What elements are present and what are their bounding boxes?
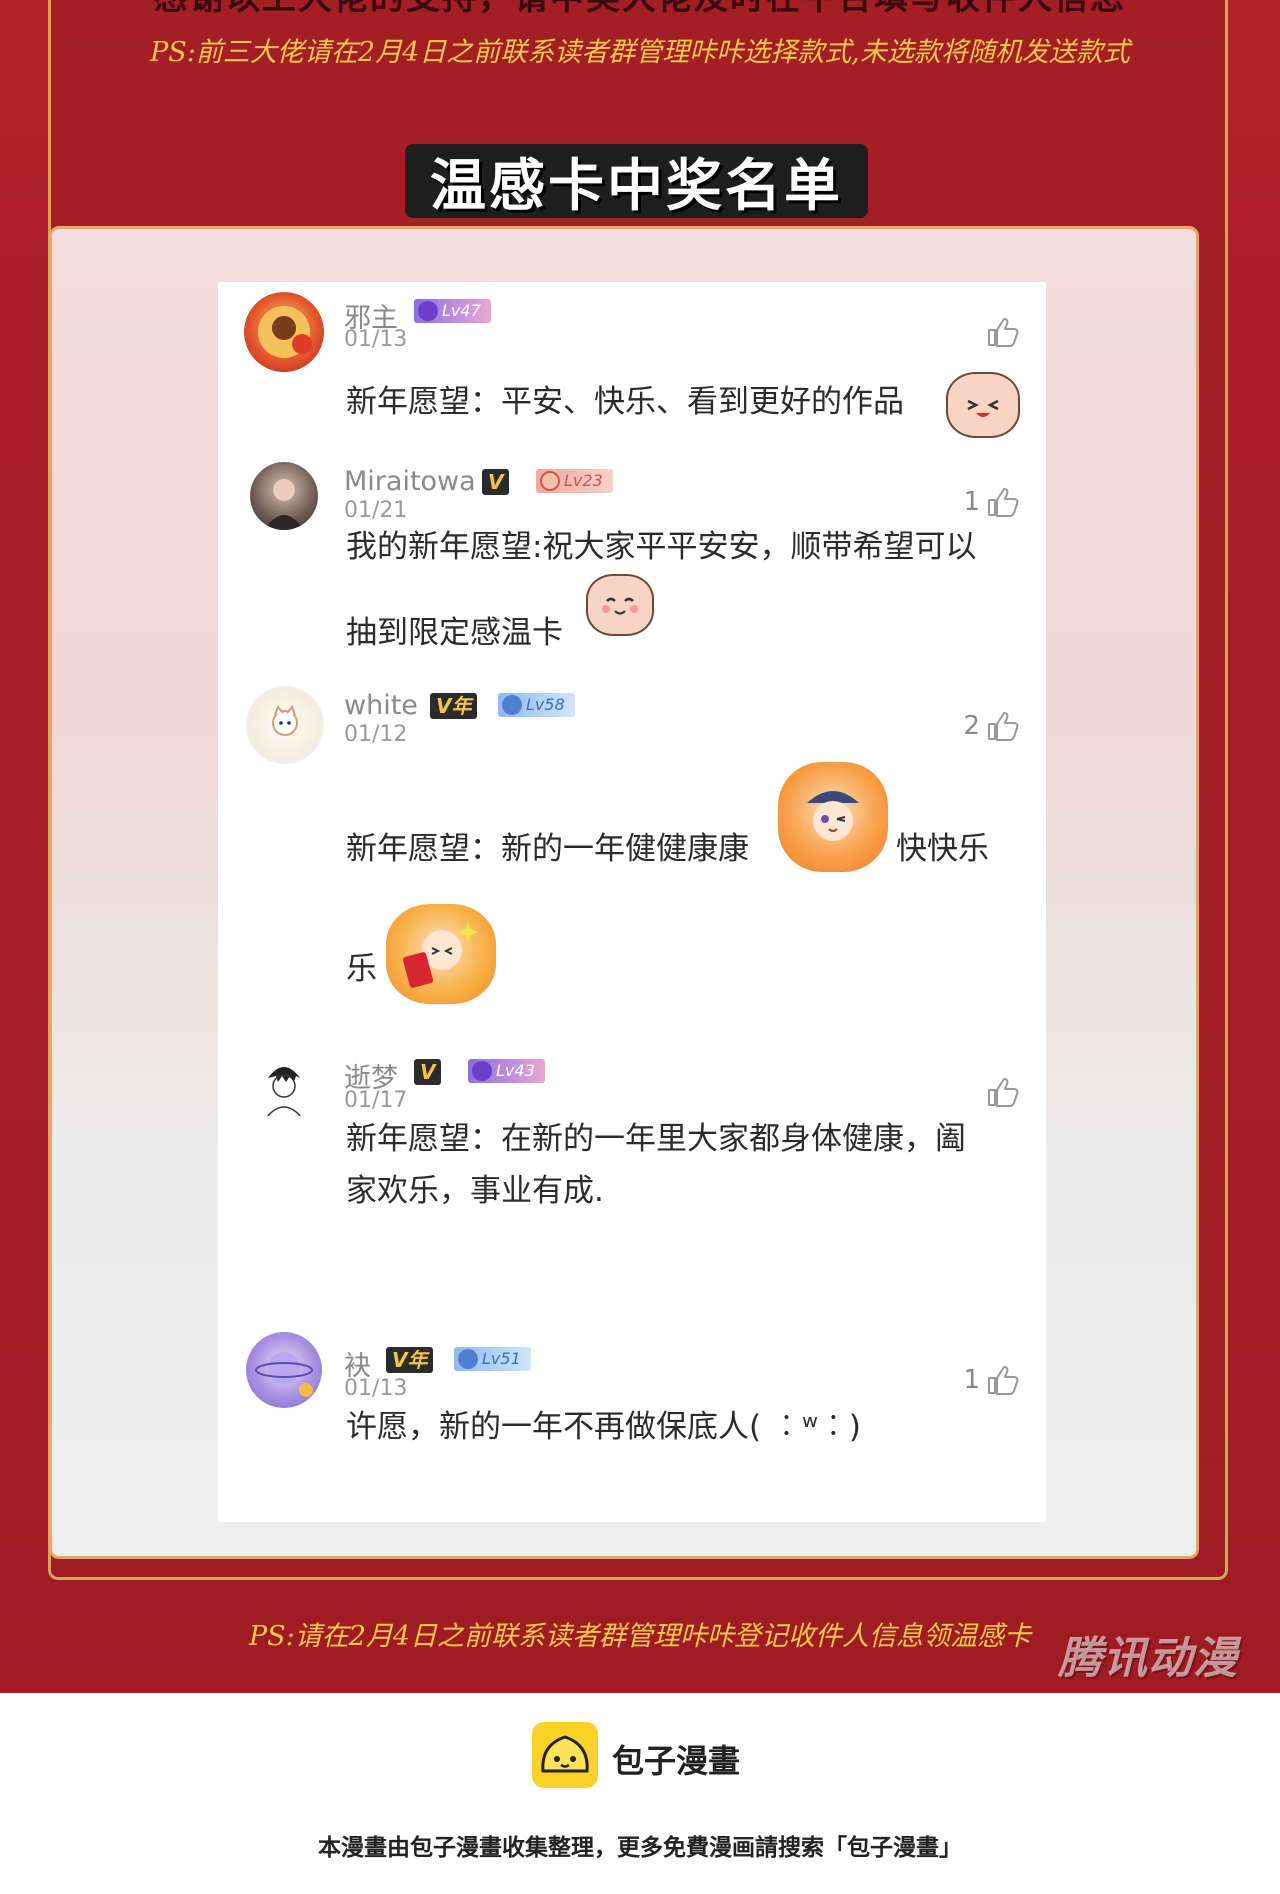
avatar[interactable] [246, 686, 324, 764]
thumbs-up-icon [988, 712, 1019, 741]
bun-face-icon [541, 1735, 589, 1773]
ps-note-top: PS:前三大佬请在2月4日之前联系读者群管理咔咔选择款式,未选款将随机发送款式 [150, 37, 1130, 68]
bun-logo-icon [532, 1722, 598, 1788]
level-badge: Lv58 [498, 693, 575, 717]
avatar-photo-icon [264, 479, 304, 530]
thanks-line: 感谢以上大佬的支持，请中奖大佬及时在平台填写收件人信息 [0, 0, 1280, 19]
laughing-face-icon [967, 399, 999, 417]
thumbs-up-icon [988, 1366, 1019, 1395]
comment-text: 新年愿望：新的一年健健康康 [346, 831, 749, 867]
like-count: 1 [963, 487, 980, 517]
avatar[interactable] [246, 1332, 322, 1408]
comment-date: 01/21 [344, 498, 408, 523]
footer-brand: 包子漫畫 [612, 1742, 741, 1780]
vip-badge: V [482, 469, 510, 495]
sticker [386, 904, 496, 1004]
comment-date: 01/13 [344, 1376, 408, 1401]
watermark: 腾讯动漫 [1058, 1633, 1238, 1684]
red-background: 感谢以上大佬的支持，请中奖大佬及时在平台填写收件人信息 PS:前三大佬请在2月4… [0, 0, 1280, 1693]
comment-date: 01/12 [344, 722, 408, 747]
level-badge: Lv51 [454, 1347, 531, 1371]
level-badge: Lv43 [468, 1059, 545, 1083]
level-text: Lv58 [526, 695, 565, 714]
comment-text: 新年愿望：平安、快乐、看到更好的作品 [346, 384, 904, 420]
avatar[interactable] [250, 1052, 318, 1120]
comment-text: 许愿，新的一年不再做保底人( ︰ʷ︰) [346, 1409, 862, 1445]
sticker [586, 574, 654, 636]
anime-girl-winking-icon [807, 791, 859, 841]
banner-title: 温感卡中奖名单 [430, 153, 843, 219]
like-button[interactable]: 1 [963, 1364, 1020, 1396]
like-count: 1 [963, 1365, 980, 1395]
cat-avatar-icon [272, 705, 298, 736]
smiling-face-icon [602, 597, 638, 615]
avatar[interactable] [244, 292, 324, 372]
vip-badge: V年 [386, 1347, 434, 1373]
gem-icon [458, 1349, 478, 1369]
level-text: Lv47 [442, 301, 481, 320]
like-button[interactable]: 1 [963, 486, 1020, 518]
vip-badge: V年 [430, 693, 478, 719]
avatar-art-icon [258, 306, 312, 358]
comment-text: 抽到限定感温卡 [346, 615, 563, 651]
sticker [946, 372, 1020, 438]
username[interactable]: Miraitowa [344, 466, 476, 497]
like-button[interactable] [980, 1076, 1020, 1108]
like-button[interactable]: 2 [963, 710, 1020, 742]
purple-planet-avatar-icon [255, 1352, 313, 1397]
gem-icon [502, 695, 522, 715]
thumbs-up-icon [988, 488, 1019, 517]
comment-date: 01/17 [344, 1088, 408, 1113]
level-text: Lv23 [564, 471, 603, 490]
username[interactable]: white [344, 690, 418, 721]
vip-badge: V [414, 1059, 442, 1085]
thumbs-up-icon [988, 318, 1019, 347]
like-button[interactable] [980, 316, 1020, 348]
level-text: Lv43 [496, 1061, 535, 1080]
like-count: 2 [963, 711, 980, 741]
winners-banner: 温感卡中奖名单 [405, 144, 868, 219]
comment-text: 新年愿望：在新的一年里大家都身体健康，阖 [346, 1121, 966, 1157]
comment-date: 01/13 [344, 327, 408, 352]
thumbs-up-icon [988, 1078, 1019, 1107]
comment-card: 邪主 Lv47 01/13 新年愿望：平安、快乐、看到更好的作品 Miraito… [218, 282, 1046, 1522]
level-text: Lv51 [482, 1349, 521, 1368]
level-badge: Lv23 [536, 469, 613, 493]
comment-text: 乐 [346, 951, 377, 987]
comment-text: 我的新年愿望:祝大家平平安安，顺带希望可以 [346, 529, 977, 565]
sketch-boy-avatar-icon [265, 1067, 303, 1119]
comment-text: 家欢乐，事业有成. [346, 1173, 604, 1209]
anime-girl-red-envelope-icon [402, 922, 478, 988]
footer-note: 本漫畫由包子漫畫收集整理，更多免費漫画請搜索「包子漫畫」 [318, 1835, 962, 1861]
gem-icon [418, 301, 438, 321]
sticker [778, 762, 888, 872]
gem-icon [540, 471, 560, 491]
level-badge: Lv47 [414, 299, 491, 323]
gem-icon [472, 1061, 492, 1081]
comment-text: 快快乐 [896, 831, 989, 867]
avatar[interactable] [250, 462, 318, 530]
